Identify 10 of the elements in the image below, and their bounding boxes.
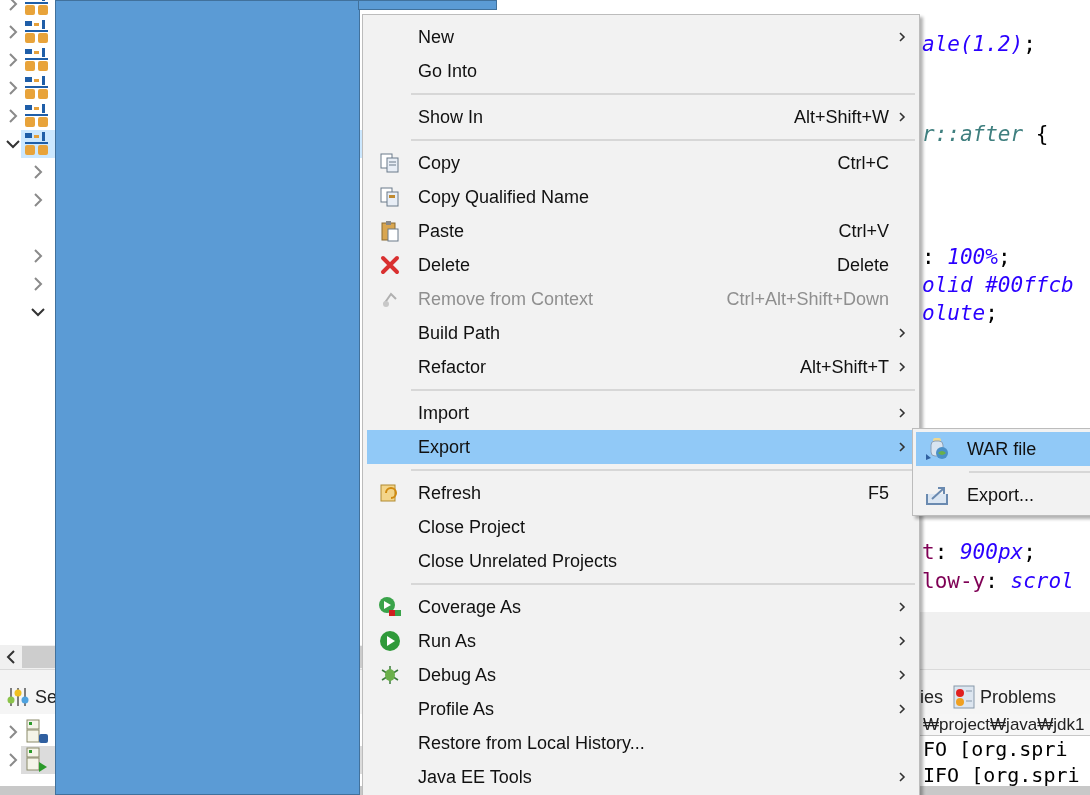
console-path: ₩project₩java₩jdk1 [923, 714, 1085, 736]
code-line: : 100%; [922, 244, 1012, 272]
code-line: olute; [922, 300, 999, 328]
console-line: FO [org.spri [923, 736, 1069, 762]
code-line: r::after { [922, 121, 1050, 149]
code-line: olid #00ffcb [922, 272, 1075, 300]
code-line: ale(1.2); [922, 31, 1037, 59]
code-line: low-y: scrol [922, 568, 1075, 596]
code-line: t: 900px; [922, 539, 1037, 567]
console-line: IFO [org.spri [923, 762, 1081, 786]
